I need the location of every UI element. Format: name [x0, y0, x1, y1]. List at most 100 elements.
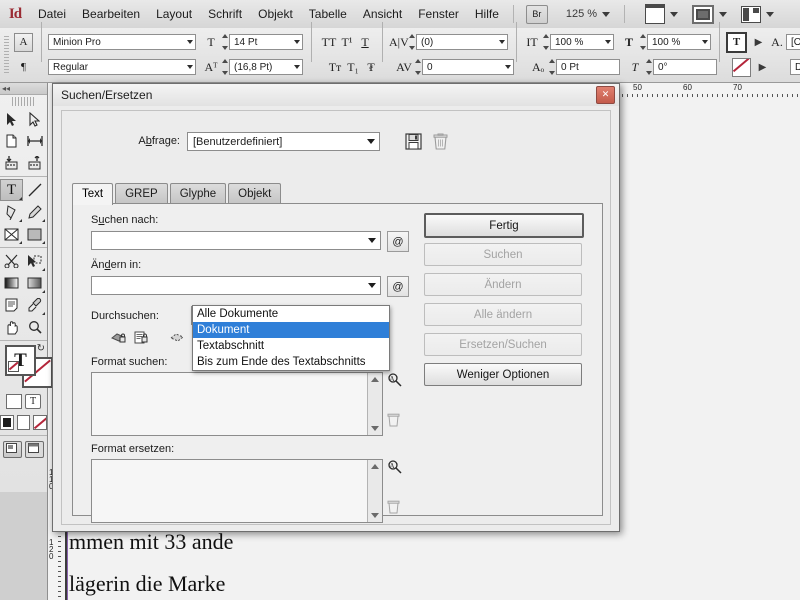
leading-input[interactable]: (16,8 Pt) [229, 59, 303, 75]
menu-tabelle[interactable]: Tabelle [301, 0, 355, 28]
at-glyph-icon[interactable]: @ [387, 231, 409, 252]
format-find-settings-icon[interactable]: A [387, 372, 403, 390]
at-glyph-icon-2[interactable]: @ [387, 276, 409, 297]
font-size-stepper[interactable] [220, 34, 229, 50]
option-textabschnitt[interactable]: Textabschnitt [193, 338, 389, 354]
scroll-up-icon[interactable] [371, 377, 379, 382]
tab-objekt[interactable]: Objekt [228, 183, 281, 204]
language-input[interactable]: Deuts [790, 59, 800, 75]
format-find-listbox[interactable] [91, 372, 383, 436]
normal-view-mode-button[interactable] [3, 441, 22, 458]
tab-glyphe[interactable]: Glyphe [170, 183, 226, 204]
chevron-down-icon-2[interactable] [719, 12, 727, 17]
chevron-right-icon-2[interactable]: ▶ [755, 60, 770, 74]
format-find-scrollbar[interactable] [367, 373, 382, 435]
tab-text[interactable]: Text [72, 183, 113, 205]
save-query-icon[interactable] [405, 133, 422, 153]
toolbox-collapse-handle[interactable]: ◂◂ [0, 83, 47, 95]
toolbox-grip[interactable] [12, 97, 35, 106]
character-formatting-button[interactable]: A [14, 33, 33, 52]
font-style-input[interactable]: Regular [48, 59, 196, 75]
option-bis-zum-ende[interactable]: Bis zum Ende des Textabschnitts [193, 354, 389, 370]
close-icon[interactable]: ✕ [596, 86, 615, 104]
vertical-scale-stepper[interactable] [541, 34, 550, 50]
pen-tool[interactable] [0, 201, 23, 223]
menu-objekt[interactable]: Objekt [250, 0, 301, 28]
horizontal-scale-stepper[interactable] [638, 34, 647, 50]
baseline-shift-input[interactable]: 0 Pt [556, 59, 620, 75]
menu-hilfe[interactable]: Hilfe [467, 0, 507, 28]
bridge-button[interactable]: Br [526, 5, 548, 24]
workspace-icon[interactable] [741, 6, 761, 23]
change-all-button[interactable]: Alle ändern [424, 303, 582, 326]
change-to-input[interactable] [91, 276, 381, 295]
find-what-input[interactable] [91, 231, 381, 250]
chevron-right-icon[interactable]: ▶ [751, 35, 766, 49]
chevron-down-icon-3[interactable] [766, 12, 774, 17]
text-fill-color-button[interactable]: T [726, 32, 747, 53]
control-panel-grip[interactable] [4, 36, 9, 74]
paragraph-style-input[interactable]: [Ohne [786, 34, 800, 50]
format-replace-scrollbar[interactable] [367, 460, 382, 522]
menu-datei[interactable]: Datei [30, 0, 74, 28]
scroll-down-icon[interactable] [371, 426, 379, 431]
gradient-swatch-tool[interactable] [0, 272, 23, 294]
menu-bearbeiten[interactable]: Bearbeiten [74, 0, 148, 28]
page-tool[interactable] [0, 130, 23, 152]
paragraph-formatting-button[interactable]: ¶ [14, 58, 33, 77]
free-transform-tool[interactable] [23, 250, 46, 272]
tracking-stepper[interactable] [413, 59, 422, 75]
content-collector-tool[interactable] [0, 152, 23, 174]
default-fill-stroke-icon[interactable] [8, 361, 19, 372]
font-family-input[interactable]: Minion Pro [48, 34, 196, 50]
note-tool[interactable] [0, 294, 23, 316]
chevron-down-icon-1[interactable] [670, 12, 678, 17]
format-find-clear-icon[interactable] [387, 412, 400, 430]
kerning-input[interactable]: (0) [416, 34, 508, 50]
skew-stepper[interactable] [644, 59, 653, 75]
swap-fill-stroke-icon[interactable]: ↻ [37, 343, 45, 354]
fill-color-box[interactable]: T [5, 345, 36, 376]
pencil-tool[interactable] [23, 201, 46, 223]
dialog-title-bar[interactable]: Suchen/Ersetzen ✕ [53, 84, 619, 107]
tab-grep[interactable]: GREP [115, 183, 168, 204]
selection-tool[interactable] [0, 108, 23, 130]
rectangle-tool[interactable] [23, 223, 46, 245]
skew-input[interactable]: 0° [653, 59, 717, 75]
scroll-up-icon-2[interactable] [371, 464, 379, 469]
option-dokument[interactable]: Dokument [193, 322, 389, 338]
leading-stepper[interactable] [220, 59, 229, 75]
change-find-button[interactable]: Ersetzen/Suchen [424, 333, 582, 356]
line-tool[interactable] [23, 179, 46, 201]
rectangle-frame-tool[interactable] [0, 223, 23, 245]
subscript-button[interactable]: T₁ [344, 60, 362, 75]
superscript-button[interactable]: T¹ [338, 35, 356, 50]
screen-mode-icon[interactable] [692, 5, 714, 24]
scissors-tool[interactable] [0, 250, 23, 272]
search-scope-option-list[interactable]: Alle Dokumente Dokument Textabschnitt Bi… [192, 305, 390, 371]
format-replace-settings-icon[interactable]: A [387, 459, 403, 477]
apply-to-frame-button[interactable] [6, 394, 22, 409]
gradient-swatch[interactable] [17, 415, 31, 430]
query-dropdown[interactable]: [Benutzerdefiniert] [187, 132, 380, 151]
horizontal-scale-input[interactable]: 100 % [647, 34, 711, 50]
hand-tool[interactable] [0, 316, 23, 338]
option-alle-dokumente[interactable]: Alle Dokumente [193, 306, 389, 322]
include-hidden-layers-icon[interactable] [170, 331, 186, 347]
include-locked-stories-icon[interactable] [134, 331, 149, 347]
fewer-options-button[interactable]: Weniger Optionen [424, 363, 582, 386]
format-replace-clear-icon[interactable] [387, 499, 400, 517]
all-caps-button[interactable]: TT [320, 35, 338, 50]
font-size-input[interactable]: 14 Pt [229, 34, 303, 50]
text-stroke-none-button[interactable] [732, 58, 751, 77]
menu-layout[interactable]: Layout [148, 0, 200, 28]
page-view-icon[interactable] [645, 4, 665, 24]
zoom-level-dropdown[interactable]: 125 % [566, 8, 610, 20]
zoom-tool[interactable] [23, 316, 46, 338]
include-locked-layers-icon[interactable] [111, 331, 127, 347]
menu-fenster[interactable]: Fenster [410, 0, 467, 28]
delete-query-icon[interactable] [433, 133, 448, 153]
vertical-scale-input[interactable]: 100 % [550, 34, 614, 50]
format-replace-listbox[interactable] [91, 459, 383, 523]
scroll-down-icon-2[interactable] [371, 513, 379, 518]
